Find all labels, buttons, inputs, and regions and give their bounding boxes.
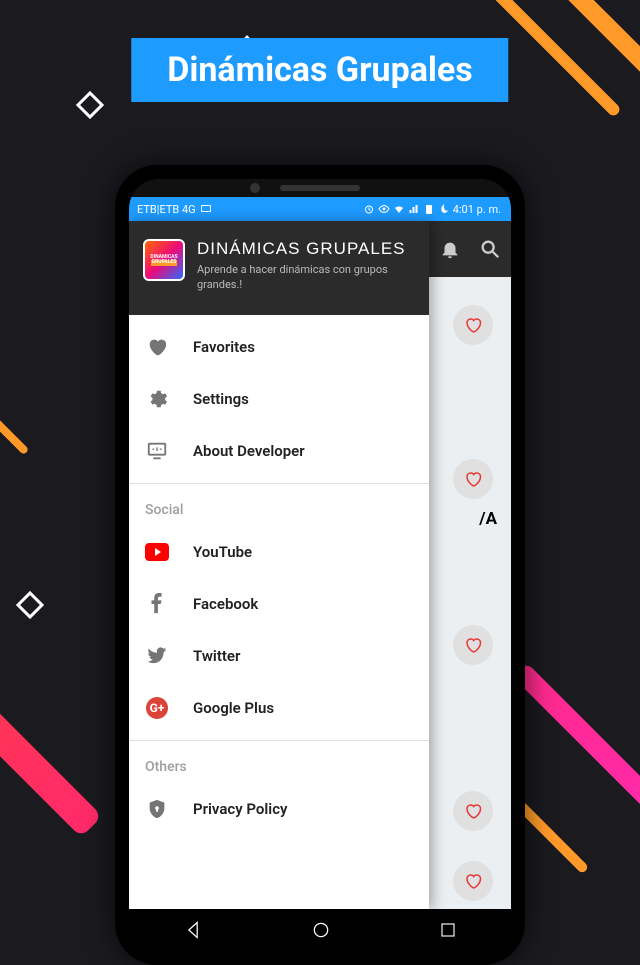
nav-label: Facebook: [193, 595, 258, 613]
nav-label: YouTube: [193, 543, 252, 561]
section-header-others: Others: [129, 747, 429, 783]
navigation-drawer: DINAMICAS GRUPALES DINÁMICAS GRUPALES Ap…: [129, 221, 429, 909]
divider: [129, 740, 429, 741]
nav-item-favorites[interactable]: Favorites: [129, 321, 429, 373]
bell-icon[interactable]: [439, 238, 461, 260]
nav-item-about[interactable]: About Developer: [129, 425, 429, 477]
drawer-app-subtitle: Aprende a hacer dinámicas con grupos gra…: [197, 263, 415, 293]
wifi-icon: [393, 203, 405, 215]
monitor-code-icon: [145, 439, 169, 463]
android-status-bar: ETB|ETB 4G 4:01 p. m.: [129, 197, 511, 221]
favorite-chip[interactable]: [453, 791, 493, 831]
back-icon[interactable]: [183, 920, 203, 940]
nav-label: Privacy Policy: [193, 800, 287, 818]
carrier-label: ETB|ETB 4G: [137, 203, 196, 216]
googleplus-icon: G+: [145, 696, 169, 720]
nav-item-facebook[interactable]: Facebook: [129, 578, 429, 630]
twitter-icon: [145, 644, 169, 668]
gear-icon: [145, 387, 169, 411]
drawer-list: Favorites Settings About Developer Socia…: [129, 315, 429, 909]
favorite-chip[interactable]: [453, 459, 493, 499]
divider: [129, 483, 429, 484]
promo-title: Dinámicas Grupales: [167, 50, 472, 90]
favorite-chip[interactable]: [453, 305, 493, 345]
favorite-chip[interactable]: [453, 861, 493, 901]
promo-title-banner: Dinámicas Grupales: [131, 38, 508, 102]
nav-label: Twitter: [193, 647, 240, 665]
nav-item-googleplus[interactable]: G+ Google Plus: [129, 682, 429, 734]
nav-item-youtube[interactable]: YouTube: [129, 526, 429, 578]
app-icon: DINAMICAS GRUPALES: [143, 239, 185, 281]
nav-label: About Developer: [193, 442, 305, 460]
phone-mockup: ETB|ETB 4G 4:01 p. m. /: [115, 165, 525, 965]
nav-item-twitter[interactable]: Twitter: [129, 630, 429, 682]
clock-label: 4:01 p. m.: [453, 203, 501, 216]
facebook-icon: [145, 592, 169, 616]
android-nav-bar: [129, 909, 511, 951]
heart-icon: [145, 335, 169, 359]
alarm-icon: [363, 203, 375, 215]
nav-item-settings[interactable]: Settings: [129, 373, 429, 425]
nav-item-privacy[interactable]: Privacy Policy: [129, 783, 429, 835]
app-screen: /A DINAMICAS GRUPALES DINÁMICAS GRUPALES…: [129, 221, 511, 909]
section-header-social: Social: [129, 490, 429, 526]
card-title-fragment: /A: [479, 509, 497, 529]
favorite-chip[interactable]: [453, 625, 493, 665]
search-icon[interactable]: [479, 238, 501, 260]
youtube-icon: [145, 540, 169, 564]
eye-icon: [378, 203, 390, 215]
nav-label: Favorites: [193, 338, 255, 356]
recents-icon[interactable]: [439, 921, 457, 939]
drawer-app-title: DINÁMICAS GRUPALES: [197, 239, 415, 259]
nav-label: Google Plus: [193, 699, 274, 717]
nav-label: Settings: [193, 390, 249, 408]
signal-icon: [408, 203, 420, 215]
leaf-icon: [438, 203, 450, 215]
drawer-header: DINAMICAS GRUPALES DINÁMICAS GRUPALES Ap…: [129, 221, 429, 315]
cast-icon: [200, 203, 212, 215]
battery-icon: [423, 203, 435, 215]
home-icon[interactable]: [311, 920, 331, 940]
shield-lock-icon: [145, 797, 169, 821]
